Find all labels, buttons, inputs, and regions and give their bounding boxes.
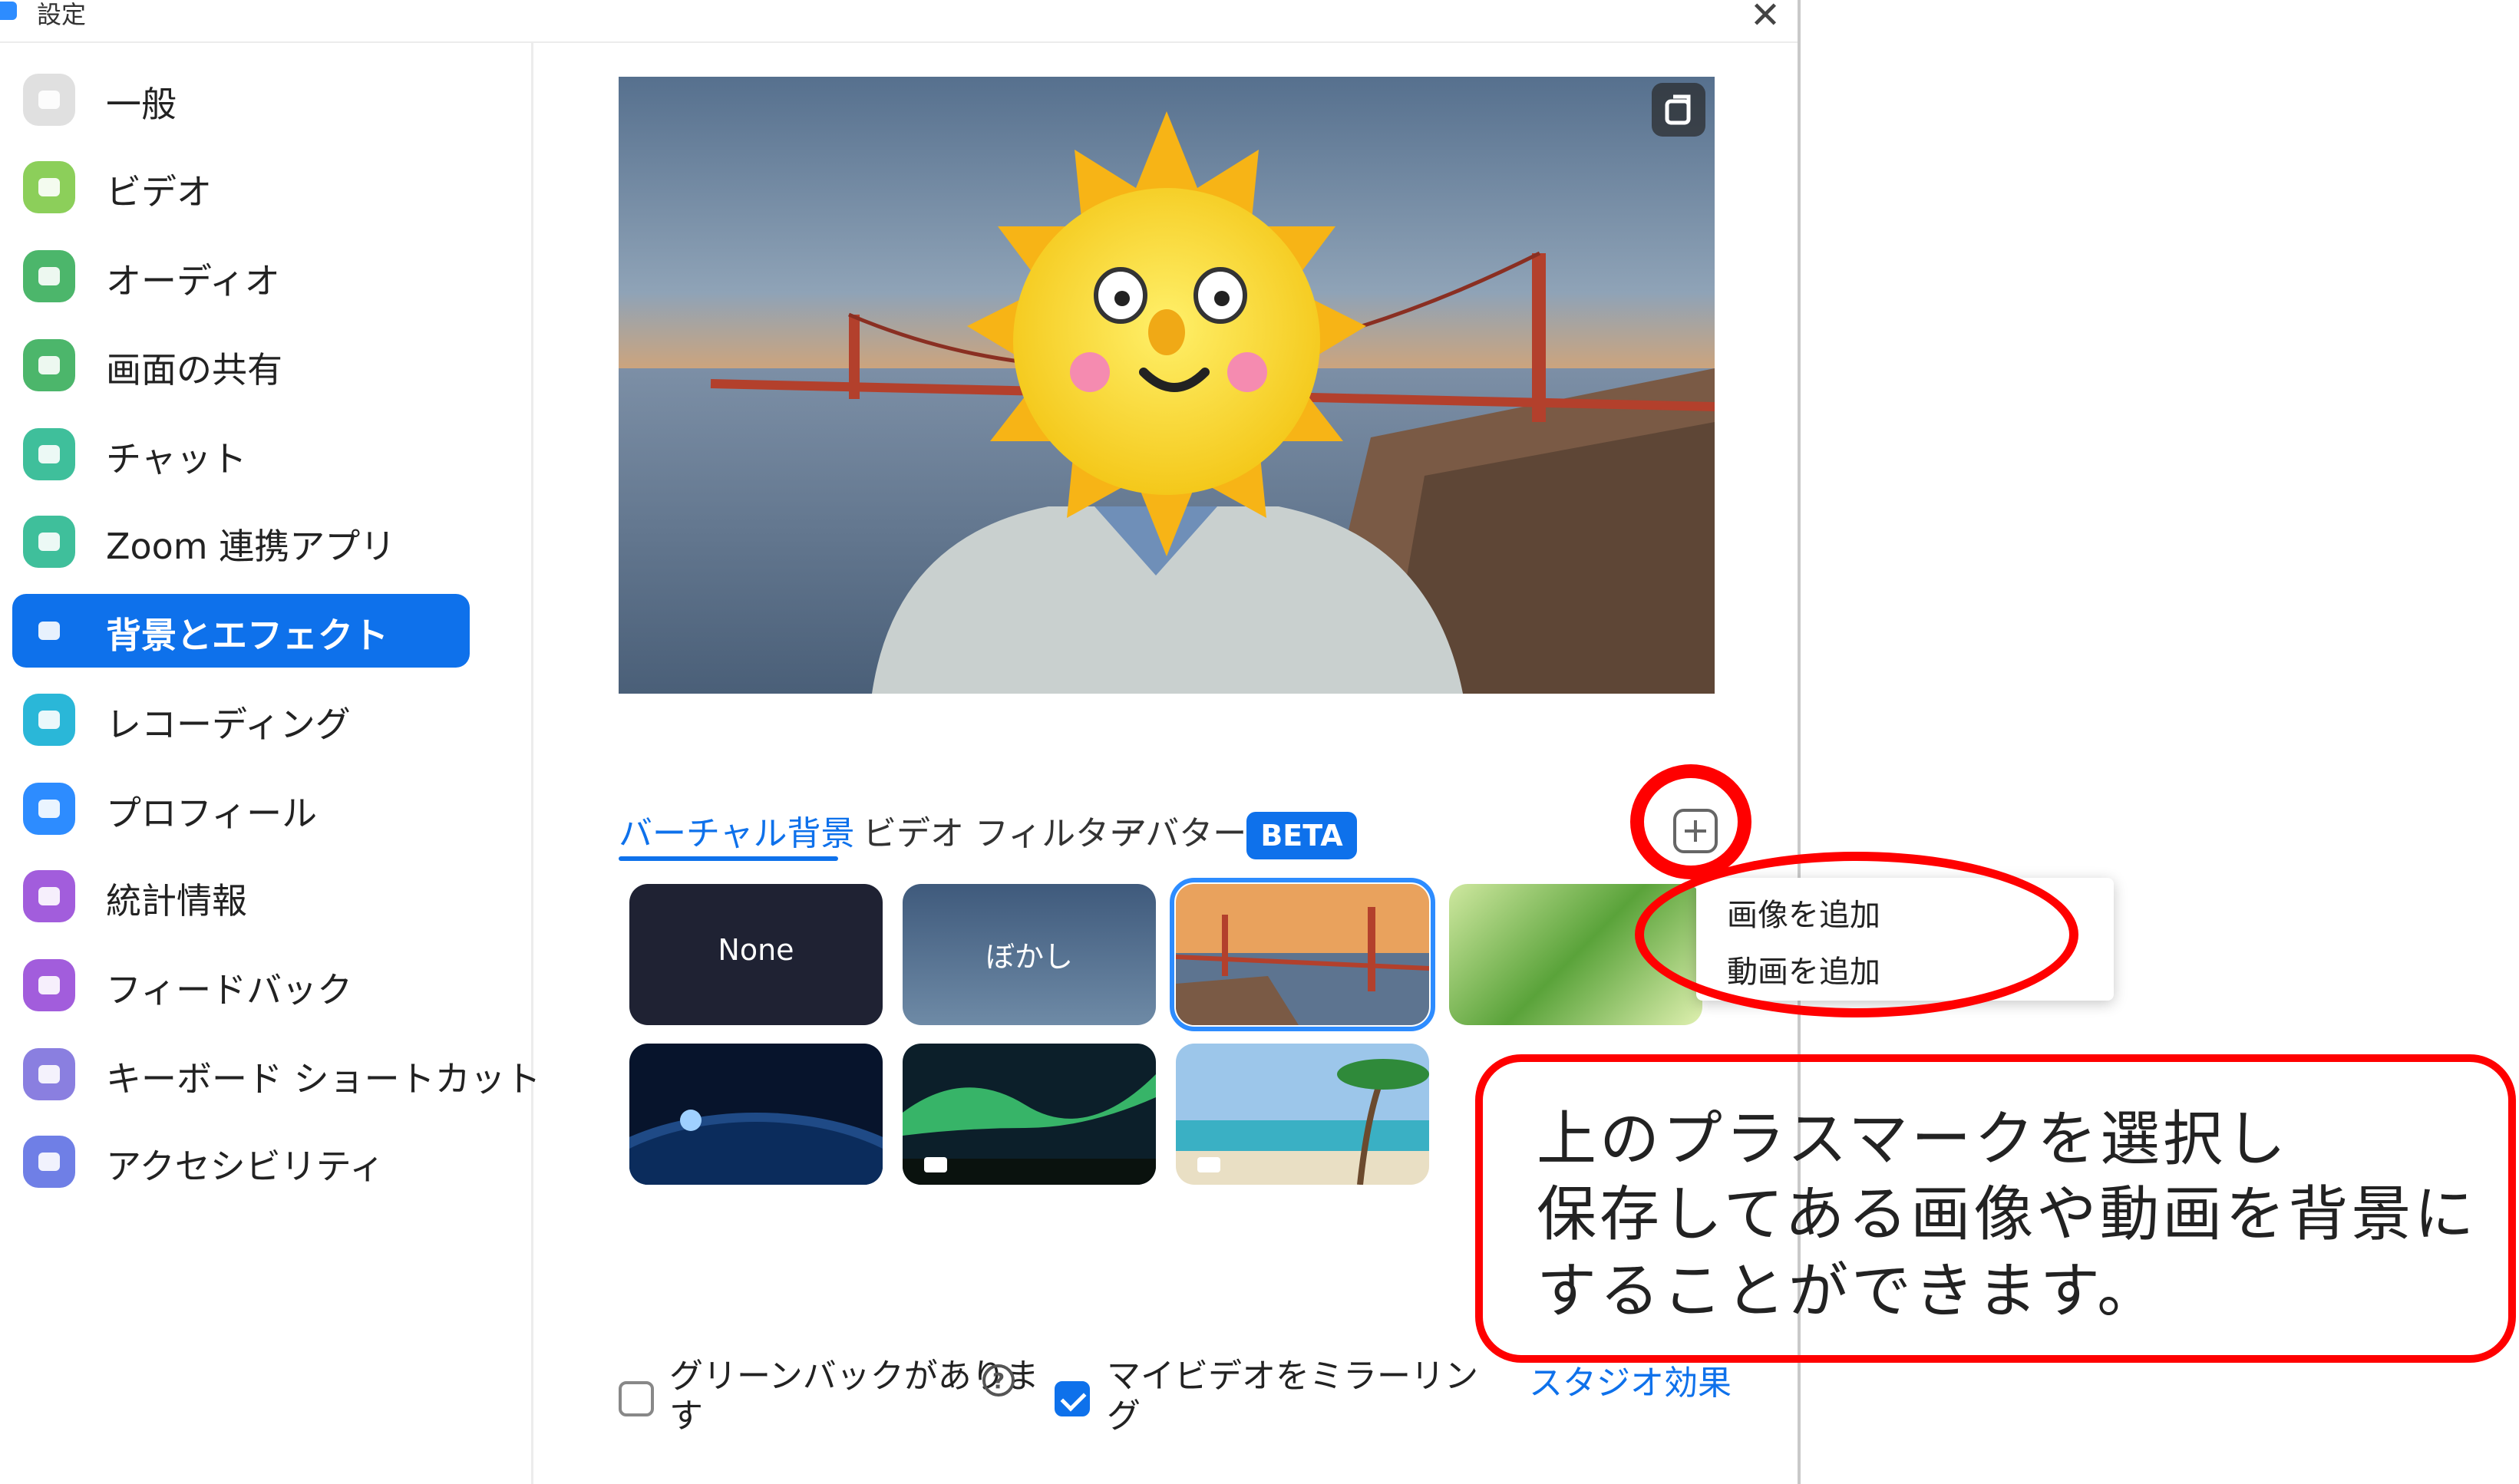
apps-icon [23,516,75,568]
sidebar-item-label: 統計情報 [106,880,247,922]
callout-line-2: 保存してある画像や動画を背景に [1537,1180,2478,1249]
title-bar: 設定 ✕ [0,0,1798,43]
video-badge-icon [924,1157,947,1172]
video-camera-icon [23,161,75,213]
headphones-icon [23,250,75,302]
sidebar-item-2[interactable]: オーディオ [12,239,470,313]
sidebar-item-12[interactable]: アクセシビリティ [12,1125,470,1199]
sidebar-item-6[interactable]: 背景とエフェクト [12,594,470,668]
video-badge-icon [1197,1157,1220,1172]
help-question-icon[interactable]: ? [982,1364,1015,1397]
sidebar-item-7[interactable]: レコーディング [12,683,470,757]
mirror-video-checkbox[interactable] [1055,1381,1090,1416]
sidebar-item-label: ビデオ [106,171,212,213]
sidebar-item-label: フィードバック [106,969,353,1011]
thumb-none[interactable]: None [629,884,883,1025]
background-icon [23,605,75,657]
profile-icon [23,783,75,835]
thumb-golden-gate[interactable] [1170,878,1435,1031]
sidebar-item-0[interactable]: 一般 [12,63,470,137]
smiley-icon [23,959,75,1011]
tab-video-filter[interactable]: ビデオ フィルター [863,806,1143,855]
rotate-camera-icon[interactable] [1652,83,1705,137]
sidebar-item-label: レコーディング [106,704,351,745]
thumb-beach[interactable] [1176,1044,1429,1185]
annotation-callout: 上のプラスマークを選択し 保存してある画像や動画を背景に することができます。 [1475,1054,2516,1363]
sidebar-item-1[interactable]: ビデオ [12,150,470,224]
settings-sidebar: 一般ビデオオーディオ画面の共有チャット Zoom 連携アプリ 背景とエフェクト レコー… [0,43,541,1484]
keyboard-icon [23,1048,75,1100]
sidebar-item-label: チャット [106,438,247,480]
thumb-blur[interactable]: ぼかし [903,884,1156,1025]
sidebar-item-10[interactable]: フィードバック [12,948,470,1022]
tab-virtual-background[interactable]: バーチャル背景 [619,806,855,855]
thumb-caption: None [718,933,794,967]
screen-share-icon [23,339,75,391]
sidebar-item-label: アクセシビリティ [106,1146,385,1187]
beta-badge: BETA [1246,812,1357,859]
sidebar-item-label: Zoom 連携アプリ [106,526,396,567]
thumb-caption: ぼかし [985,940,1073,974]
chat-bubble-icon [23,428,75,480]
annotation-ellipse [1635,852,2078,1017]
accessibility-icon [23,1136,75,1188]
thumb-aurora[interactable] [903,1044,1156,1185]
sidebar-item-5[interactable]: Zoom 連携アプリ [12,505,470,579]
tab-avatar[interactable]: アバター [1113,806,1246,855]
sidebar-item-label: 画面の共有 [106,349,282,391]
zoom-logo-icon [0,2,17,20]
green-screen-label-line2: す [669,1397,703,1436]
green-screen-checkbox[interactable] [619,1381,654,1416]
sidebar-item-11[interactable]: キーボード ショートカット [12,1037,541,1111]
sidebar-item-4[interactable]: チャット [12,417,470,491]
sidebar-item-9[interactable]: 統計情報 [12,859,470,933]
gear-icon [23,74,75,126]
record-icon [23,694,75,746]
green-screen-label: グリーンバックがありま す [669,1357,1039,1436]
sidebar-item-label: キーボード ショートカット [106,1058,541,1100]
callout-line-1: 上のプラスマークを選択し [1537,1105,2290,1174]
annotation-circle [1630,764,1751,879]
mirror-video-label-line1: マイビデオをミラーリン [1107,1357,1478,1396]
sidebar-item-3[interactable]: 画面の共有 [12,328,470,402]
callout-line-3: することができます。 [1537,1257,2161,1326]
thumb-earth[interactable] [629,1044,883,1185]
sidebar-item-label: 背景とエフェクト [106,615,388,656]
sidebar-item-8[interactable]: プロフィール [12,772,470,846]
sidebar-item-label: 一般 [106,84,177,125]
video-preview [619,77,1715,694]
sidebar-item-label: オーディオ [106,260,280,302]
close-icon[interactable]: ✕ [1744,0,1787,37]
window-title: 設定 [37,0,87,29]
bar-chart-icon [23,870,75,922]
mirror-video-label-line2: グ [1107,1397,1141,1436]
active-tab-underline [619,856,838,861]
sidebar-item-label: プロフィール [106,793,318,834]
mirror-video-label: マイビデオをミラーリン グ [1107,1357,1478,1436]
